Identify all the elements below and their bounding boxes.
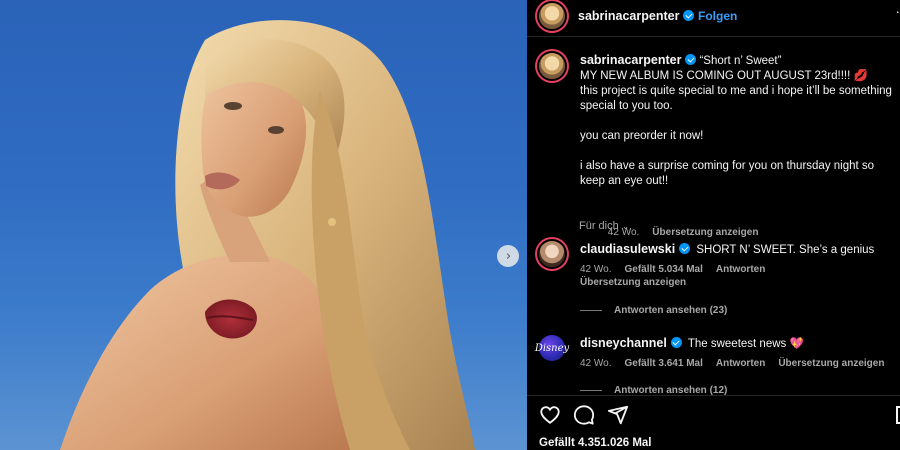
view-replies-label: Antworten ansehen (12) xyxy=(614,385,728,395)
comment-likes[interactable]: Gefällt 3.641 Mal xyxy=(625,358,703,369)
comment-age: 42 Wo. xyxy=(580,358,612,369)
author-username[interactable]: sabrinacarpenter xyxy=(578,9,697,23)
caption-body: “Short n’ Sweet” MY NEW ALBUM IS COMING … xyxy=(580,55,892,187)
view-replies-button[interactable]: Antworten ansehen (12) xyxy=(580,385,727,395)
comment-reply-button[interactable]: Antworten xyxy=(716,358,765,369)
comment-avatar[interactable]: Disney xyxy=(535,335,569,361)
verified-icon xyxy=(670,337,682,348)
follow-button[interactable]: Folgen xyxy=(698,9,737,23)
comment-age: 42 Wo. xyxy=(580,264,612,275)
chevron-down-icon: ⌄ xyxy=(621,222,630,232)
post-photo xyxy=(60,20,475,450)
post-likes-count[interactable]: Gefällt 4.351.026 Mal xyxy=(539,437,652,449)
comments-scroll-area[interactable]: sabrinacarpenter “Short n’ Sweet” MY NEW … xyxy=(527,37,900,395)
caption-translate-link[interactable]: Übersetzung anzeigen xyxy=(652,227,758,238)
post-panel: sabrinacarpenter Folgen · sabrinacarpent… xyxy=(527,0,900,450)
comment-username[interactable]: disneychannel xyxy=(580,336,667,350)
post-media[interactable]: › xyxy=(0,0,527,450)
more-options-icon[interactable]: · xyxy=(895,3,900,19)
comment-reply-button[interactable]: Antworten xyxy=(716,264,765,275)
comment-translate-link[interactable]: Übersetzung anzeigen xyxy=(778,358,884,369)
comment-username[interactable]: claudiasulewski xyxy=(580,242,675,256)
author-avatar[interactable] xyxy=(539,3,565,29)
comment-text: SHORT N’ SWEET. She’s a genius xyxy=(696,244,875,256)
verified-icon xyxy=(683,10,695,21)
comment-sort-dropdown[interactable]: Für dich ⌄ xyxy=(579,220,629,232)
view-replies-label: Antworten ansehen (23) xyxy=(614,305,728,316)
caption-username[interactable]: sabrinacarpenter xyxy=(580,53,681,67)
comment-body: disneychannel The sweetest news 💖 42 Wo.… xyxy=(580,336,900,370)
post-header: sabrinacarpenter Folgen · xyxy=(527,0,900,32)
caption-avatar[interactable] xyxy=(539,53,565,79)
comment-avatar[interactable] xyxy=(539,241,565,267)
action-bar: Gefällt 4.351.026 Mal xyxy=(527,395,900,450)
comment-text: The sweetest news 💖 xyxy=(687,338,804,350)
comment-icon[interactable] xyxy=(573,404,595,426)
comment-body: claudiasulewski SHORT N’ SWEET. She’s a … xyxy=(580,242,900,289)
view-replies-button[interactable]: Antworten ansehen (23) xyxy=(580,305,727,316)
verified-icon xyxy=(685,54,697,65)
author-username-text[interactable]: sabrinacarpenter xyxy=(578,9,679,23)
comment-translate-link[interactable]: Übersetzung anzeigen xyxy=(580,277,686,288)
comment-meta: 42 Wo. Gefällt 5.034 Mal Antworten Überset… xyxy=(580,263,900,289)
share-icon[interactable] xyxy=(607,404,629,426)
verified-icon xyxy=(679,243,691,254)
comment-likes[interactable]: Gefällt 5.034 Mal xyxy=(625,264,703,275)
comment-sort-label: Für dich xyxy=(579,220,619,232)
bookmark-icon[interactable] xyxy=(896,406,900,424)
next-slide-button[interactable]: › xyxy=(497,245,519,267)
heart-icon[interactable] xyxy=(539,404,561,426)
chevron-right-icon: › xyxy=(505,248,512,264)
comment-meta: 42 Wo. Gefällt 3.641 Mal Antworten Übersetz… xyxy=(580,357,900,370)
disney-logo: Disney xyxy=(534,342,570,354)
